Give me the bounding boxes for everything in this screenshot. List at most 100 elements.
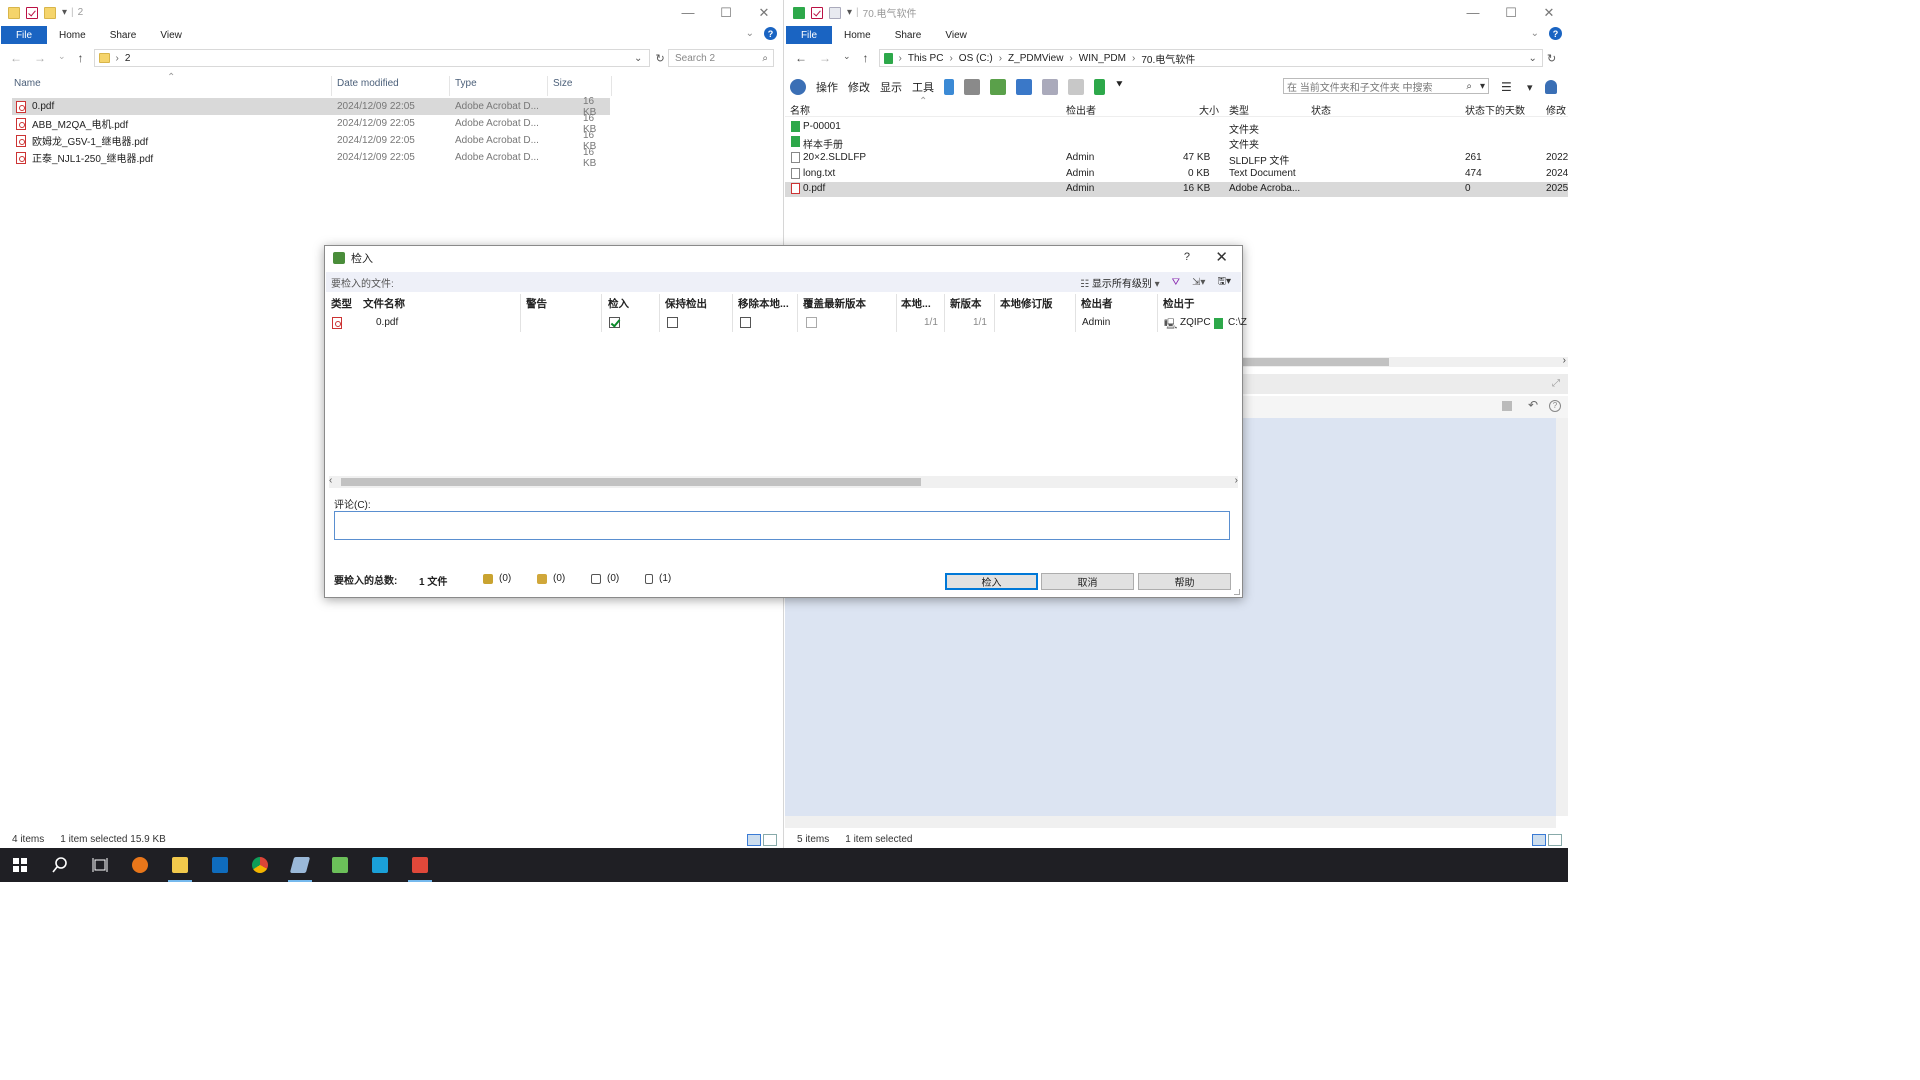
get-version-icon[interactable] <box>1042 79 1058 95</box>
col-local-version[interactable]: 本地... <box>901 296 931 311</box>
dialog-close-button[interactable]: ✕ <box>1215 248 1228 266</box>
scrollbar-thumb[interactable] <box>1243 358 1389 366</box>
pin-icon[interactable] <box>944 79 954 95</box>
breadcrumb-this-pc[interactable]: This PC <box>908 53 944 64</box>
address-bar[interactable]: › This PC › OS (C:) › Z_PDMView › WIN_PD… <box>878 49 1543 67</box>
col-keep-checked-out[interactable]: 保持检出 <box>665 296 707 311</box>
search-button[interactable] <box>40 848 80 882</box>
file-row[interactable]: ABB_M2QA_电机.pdf 2024/12/09 22:05 Adobe A… <box>12 113 610 135</box>
back-icon[interactable]: ← <box>10 51 22 65</box>
col-overwrite-latest[interactable]: 覆盖最新版本 <box>803 296 866 311</box>
help-icon[interactable]: ? <box>764 27 777 40</box>
help-button[interactable]: 帮助 <box>1138 573 1231 590</box>
screen-recorder-app[interactable] <box>400 848 440 882</box>
address-bar[interactable]: › 2 ⌄ <box>93 49 650 67</box>
minimize-button[interactable]: — <box>669 0 707 25</box>
tab-view[interactable]: View <box>148 30 194 41</box>
search-options-dropdown-icon[interactable]: ▾ <box>1527 81 1533 94</box>
grid-hscrollbar[interactable]: ‹ › <box>329 475 1238 488</box>
new-folder-icon[interactable] <box>44 6 56 19</box>
menu-operations[interactable]: 操作 <box>811 79 843 95</box>
close-button[interactable]: ✕ <box>1530 0 1568 25</box>
forward-icon[interactable]: → <box>819 51 831 65</box>
col-type[interactable]: 类型 <box>331 296 352 311</box>
close-button[interactable]: ✕ <box>745 0 783 25</box>
office-app[interactable] <box>360 848 400 882</box>
scroll-right-icon[interactable]: › <box>1563 355 1566 366</box>
large-icons-view-icon[interactable] <box>1548 834 1562 846</box>
undo-checkout-icon[interactable] <box>1068 79 1084 95</box>
check-in-button[interactable]: 检入 <box>945 573 1038 590</box>
more-dropdown-icon[interactable]: ⯆ <box>1115 79 1131 95</box>
comment-input[interactable] <box>334 511 1230 540</box>
scrollbar-thumb[interactable] <box>341 478 921 486</box>
dialog-help-button[interactable]: ? <box>1184 251 1190 263</box>
chrome-app[interactable] <box>240 848 280 882</box>
breadcrumb-win-pdm[interactable]: WIN_PDM <box>1079 53 1126 64</box>
tab-share[interactable]: Share <box>98 30 149 41</box>
check-out-icon[interactable] <box>964 79 980 95</box>
col-filename[interactable]: 文件名称 <box>363 296 405 311</box>
column-type[interactable]: Type <box>455 78 477 89</box>
minimize-button[interactable]: — <box>1454 0 1492 25</box>
search-options-icon[interactable]: ☰ <box>1501 80 1512 94</box>
tab-share[interactable]: Share <box>883 30 934 41</box>
address-segment[interactable]: 2 <box>125 53 131 64</box>
breadcrumb-pdmview[interactable]: Z_PDMView <box>1008 53 1063 64</box>
refresh-icon[interactable]: ↻ <box>656 52 665 65</box>
col-local-revision[interactable]: 本地修订版 <box>1000 296 1053 311</box>
recent-dropdown-icon[interactable]: ⌄ <box>58 51 66 65</box>
tab-file[interactable]: File <box>1 26 47 44</box>
start-button[interactable] <box>0 848 40 882</box>
column-name[interactable]: 名称 <box>790 102 810 117</box>
tab-view[interactable]: View <box>933 30 979 41</box>
resize-grip[interactable] <box>1234 589 1240 595</box>
check-in-checkbox[interactable] <box>609 317 620 328</box>
column-type[interactable]: 类型 <box>1229 102 1249 117</box>
filter-icon[interactable]: ⛛ <box>1172 277 1180 288</box>
expand-ribbon-icon[interactable]: ⌄ <box>1531 28 1539 39</box>
file-row[interactable]: 0.pdf 2024/12/09 22:05 Adobe Acrobat D..… <box>12 96 610 118</box>
column-state[interactable]: 状态 <box>1311 102 1331 117</box>
scroll-right-icon[interactable]: › <box>1235 475 1238 486</box>
pdm-search-input[interactable]: 在 当前文件夹和子文件夹 中搜索 ⌕ ▾ <box>1283 78 1489 94</box>
up-icon[interactable]: ↑ <box>78 51 84 65</box>
user-icon[interactable] <box>1545 80 1557 94</box>
quick-access-dropdown-icon[interactable]: ▾ <box>62 7 67 18</box>
maximize-button[interactable]: ☐ <box>707 0 745 25</box>
tab-file[interactable]: File <box>786 26 832 44</box>
remove-local-checkbox[interactable] <box>740 317 751 328</box>
col-checked-out-on[interactable]: 检出于 <box>1163 296 1195 311</box>
help-icon[interactable]: ? <box>1549 27 1562 40</box>
undo-icon[interactable]: ↶ <box>1528 398 1538 412</box>
recent-dropdown-icon[interactable]: ⌄ <box>843 51 851 65</box>
overwrite-latest-checkbox[interactable] <box>806 317 817 328</box>
everything-search-app[interactable] <box>120 848 160 882</box>
refresh-vault-icon[interactable] <box>790 79 806 95</box>
show-levels-dropdown[interactable]: ☷ 显示所有级别 ▾ <box>1080 275 1160 290</box>
search-dropdown-icon[interactable]: ▾ <box>1480 81 1485 92</box>
column-days-in-state[interactable]: 状态下的天数 <box>1465 102 1525 117</box>
save-list-icon[interactable]: 🖫▾ <box>1217 274 1231 291</box>
col-check-in[interactable]: 检入 <box>608 296 629 311</box>
search-icon[interactable]: ⌕ <box>1466 81 1472 92</box>
get-latest-icon[interactable] <box>1016 79 1032 95</box>
up-icon[interactable]: ↑ <box>863 51 869 65</box>
save-icon[interactable] <box>1502 401 1512 411</box>
col-remove-local[interactable]: 移除本地... <box>738 296 789 311</box>
col-warning[interactable]: 警告 <box>526 296 547 311</box>
pdm-file-row[interactable]: P-00001 文件夹 <box>785 120 1568 136</box>
preview-hscrollbar[interactable] <box>785 816 1556 828</box>
details-view-icon[interactable] <box>1532 834 1546 846</box>
col-checked-out-by[interactable]: 检出者 <box>1081 296 1113 311</box>
column-size[interactable]: Size <box>553 78 572 89</box>
expand-ribbon-icon[interactable]: ⌄ <box>746 28 754 39</box>
new-item-icon[interactable] <box>829 6 841 19</box>
pdm-file-row[interactable]: 0.pdf Admin 16 KB Adobe Acroba... 0 2025… <box>785 182 1568 197</box>
address-dropdown-icon[interactable]: ⌄ <box>1529 53 1537 64</box>
menu-modify[interactable]: 修改 <box>843 79 875 95</box>
column-modified[interactable]: 修改 <box>1546 102 1566 117</box>
preview-scrollbar[interactable] <box>1556 418 1568 816</box>
cancel-button[interactable]: 取消 <box>1041 573 1134 590</box>
back-icon[interactable]: ← <box>795 51 807 65</box>
